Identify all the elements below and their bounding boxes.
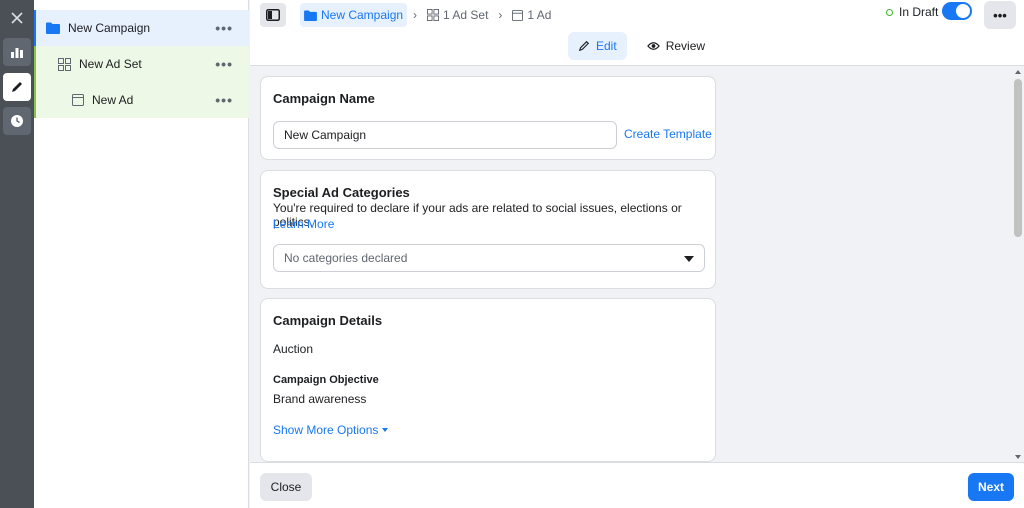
select-value: No categories declared <box>284 251 408 265</box>
sidebar-toggle-icon <box>266 9 280 21</box>
tree-item-ad[interactable]: New Ad ••• <box>34 82 249 118</box>
card-description: You're required to declare if your ads a… <box>273 201 682 229</box>
chevron-right-icon: › <box>498 8 503 22</box>
close-button[interactable]: Close <box>260 473 312 501</box>
buying-type-value: Auction <box>273 342 314 356</box>
more-options-icon[interactable]: ••• <box>215 56 233 72</box>
ad-icon <box>72 94 84 106</box>
breadcrumb-label: New Campaign <box>321 8 404 22</box>
tab-label: Edit <box>596 39 617 53</box>
objective-value: Brand awareness <box>273 392 367 406</box>
editor-content: Campaign Name Create Template Special Ad… <box>250 67 1024 462</box>
more-actions-button[interactable]: ••• <box>984 1 1016 29</box>
learn-more-link[interactable]: Learn More <box>273 217 334 231</box>
campaign-name-input[interactable] <box>273 121 617 149</box>
link-label: Show More Options <box>273 423 379 437</box>
reporting-button[interactable] <box>3 38 31 66</box>
clock-icon <box>11 115 23 127</box>
scroll-down-icon[interactable] <box>1015 455 1021 459</box>
card-title: Campaign Name <box>273 91 375 106</box>
close-icon <box>11 12 23 24</box>
tab-label: Review <box>665 39 706 53</box>
scroll-up-icon[interactable] <box>1015 70 1021 74</box>
edit-review-tabs: Edit Review <box>568 32 715 60</box>
breadcrumb-label: 1 Ad <box>527 8 552 22</box>
status-dot-icon <box>886 8 893 16</box>
edit-rail-button[interactable] <box>3 73 31 101</box>
footer-bar: Close Next <box>250 462 1024 508</box>
tree-item-campaign[interactable]: New Campaign ••• <box>34 10 249 46</box>
special-ad-categories-select[interactable]: No categories declared <box>273 244 705 272</box>
caret-down-icon <box>382 428 389 432</box>
breadcrumb-ad[interactable]: 1 Ad <box>508 3 555 27</box>
top-bar: New Campaign › 1 Ad Set › 1 Ad In Draft … <box>250 0 1024 66</box>
tab-review[interactable]: Review <box>637 32 715 60</box>
chevron-right-icon: › <box>413 8 418 22</box>
tree-item-label: New Ad Set <box>79 57 142 71</box>
toggle-panel-button[interactable] <box>260 3 286 27</box>
card-title: Special Ad Categories <box>273 185 410 200</box>
folder-icon <box>304 9 317 21</box>
status-label: In Draft <box>899 5 939 19</box>
history-button[interactable] <box>3 107 31 135</box>
breadcrumb-adset[interactable]: 1 Ad Set <box>423 3 492 27</box>
campaign-name-card: Campaign Name Create Template <box>260 76 716 160</box>
breadcrumb-campaign[interactable]: New Campaign <box>300 3 408 27</box>
pencil-icon <box>578 40 590 52</box>
draft-status: In Draft <box>886 5 938 19</box>
campaign-details-card: Campaign Details Auction Campaign Object… <box>260 298 716 462</box>
more-options-icon[interactable]: ••• <box>215 20 233 36</box>
tab-edit[interactable]: Edit <box>568 32 627 60</box>
tree-item-adset[interactable]: New Ad Set ••• <box>34 46 249 82</box>
next-button[interactable]: Next <box>968 473 1014 501</box>
breadcrumb: New Campaign › 1 Ad Set › 1 Ad <box>300 3 555 27</box>
grid-icon <box>58 57 71 71</box>
caret-down-icon <box>684 256 694 262</box>
pencil-icon <box>12 82 22 92</box>
tree-item-label: New Ad <box>92 93 134 107</box>
left-rail <box>0 0 34 508</box>
close-rail-button[interactable] <box>3 4 31 32</box>
scrollbar[interactable] <box>1012 67 1024 462</box>
campaign-tree: New Campaign ••• New Ad Set ••• New Ad •… <box>34 0 249 508</box>
special-ad-categories-card: Special Ad Categories You're required to… <box>260 170 716 289</box>
eye-icon <box>646 42 660 50</box>
objective-label: Campaign Objective <box>273 374 379 386</box>
bar-chart-icon <box>11 48 23 58</box>
show-more-options-link[interactable]: Show More Options <box>273 423 389 437</box>
ad-icon <box>512 9 524 21</box>
more-options-icon[interactable]: ••• <box>215 92 233 108</box>
grid-icon <box>427 9 440 21</box>
tree-item-label: New Campaign <box>68 21 151 35</box>
create-template-link[interactable]: Create Template <box>624 127 712 141</box>
scroll-thumb[interactable] <box>1014 79 1022 237</box>
folder-icon <box>46 22 60 34</box>
card-title: Campaign Details <box>273 313 383 328</box>
breadcrumb-label: 1 Ad Set <box>443 8 489 22</box>
publish-toggle[interactable] <box>942 2 972 20</box>
